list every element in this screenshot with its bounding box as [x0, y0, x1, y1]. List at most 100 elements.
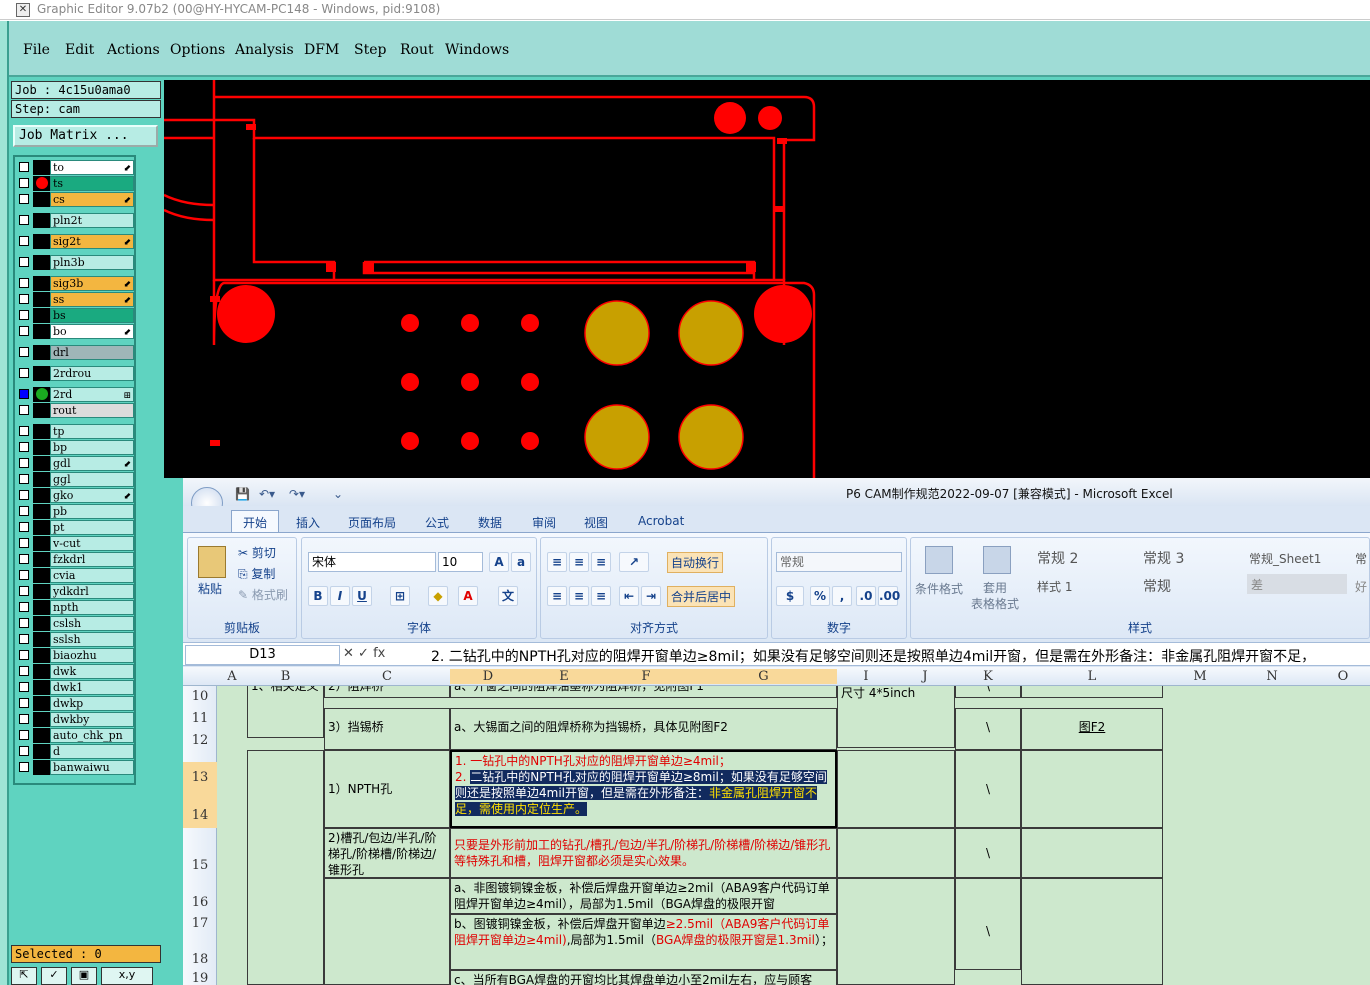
- layer-checkbox[interactable]: [19, 215, 29, 225]
- layer-row-pln3b[interactable]: pln3b: [17, 255, 134, 270]
- layer-name[interactable]: dwkby: [50, 712, 134, 727]
- col-i[interactable]: I: [837, 669, 895, 684]
- menu-options[interactable]: Options: [170, 42, 225, 58]
- layer-row-biaozhu[interactable]: biaozhu: [17, 648, 134, 663]
- row-16[interactable]: 16: [183, 895, 217, 910]
- layer-name[interactable]: 2rdrou: [50, 366, 134, 381]
- comma-icon[interactable]: ,: [832, 586, 852, 606]
- layer-row-2rd[interactable]: 2rd ⊞: [17, 387, 134, 402]
- font-size-select[interactable]: 10: [438, 552, 483, 572]
- increase-decimal-icon[interactable]: .0: [856, 586, 876, 606]
- layer-state-box[interactable]: [33, 324, 50, 339]
- col-k[interactable]: K: [955, 669, 1021, 684]
- col-g[interactable]: G: [690, 669, 837, 684]
- layer-row-cvia[interactable]: cvia: [17, 568, 134, 583]
- layer-name[interactable]: fzkdrl: [50, 552, 134, 567]
- layer-row-cs[interactable]: cs ⬋: [17, 192, 134, 207]
- layer-state-box[interactable]: [33, 488, 50, 503]
- layer-checkbox[interactable]: [19, 666, 29, 676]
- layer-state-box[interactable]: [33, 632, 50, 647]
- redo-icon[interactable]: ↷▾: [289, 487, 305, 501]
- align-left-icon[interactable]: ≡: [547, 586, 567, 606]
- grow-font-icon[interactable]: A: [489, 552, 509, 572]
- window-tool-icon[interactable]: ▣: [71, 967, 97, 985]
- menu-windows[interactable]: Windows: [445, 42, 509, 58]
- cell-l16[interactable]: [1021, 878, 1163, 985]
- tab-formulas[interactable]: 公式: [425, 514, 449, 531]
- menu-edit[interactable]: Edit: [65, 42, 94, 58]
- menu-file[interactable]: File: [23, 42, 50, 58]
- layer-checkbox[interactable]: [19, 405, 29, 415]
- layer-checkbox[interactable]: [19, 730, 29, 740]
- layer-checkbox[interactable]: [19, 570, 29, 580]
- border-icon[interactable]: ⊞: [390, 586, 410, 606]
- layer-state-box[interactable]: [33, 536, 50, 551]
- qat-customize-icon[interactable]: ⌄: [333, 487, 343, 501]
- layer-checkbox[interactable]: [19, 178, 29, 188]
- layer-state-box[interactable]: [33, 728, 50, 743]
- font-name-select[interactable]: 宋体: [308, 552, 436, 572]
- layer-state-box[interactable]: [33, 712, 50, 727]
- layer-row-gko[interactable]: gko ⬋: [17, 488, 134, 503]
- layer-checkbox[interactable]: [19, 326, 29, 336]
- underline-icon[interactable]: U: [352, 586, 372, 606]
- layer-name[interactable]: v-cut: [50, 536, 134, 551]
- layer-row-ydkdrl[interactable]: ydkdrl: [17, 584, 134, 599]
- layer-row-pt[interactable]: pt: [17, 520, 134, 535]
- layer-name[interactable]: ss ⬋: [50, 292, 134, 307]
- layer-row-ts[interactable]: ts: [17, 176, 134, 191]
- table-format-button[interactable]: 套用 表格格式: [971, 580, 1019, 612]
- layer-state-box[interactable]: [33, 504, 50, 519]
- layer-row-dwk1[interactable]: dwk1: [17, 680, 134, 695]
- layer-row-dwkby[interactable]: dwkby: [17, 712, 134, 727]
- save-icon[interactable]: 💾: [235, 487, 250, 501]
- cell-i15[interactable]: [837, 828, 955, 878]
- layer-checkbox[interactable]: [19, 162, 29, 172]
- phonetic-icon[interactable]: 文: [498, 586, 518, 606]
- menu-analysis[interactable]: Analysis: [235, 42, 294, 58]
- cell-d15[interactable]: 只要是外形前加工的钻孔/槽孔/包边/半孔/阶梯孔/阶梯槽/阶梯边/锥形孔等特殊孔…: [450, 828, 837, 878]
- col-c[interactable]: C: [324, 669, 450, 684]
- layer-checkbox[interactable]: [19, 602, 29, 612]
- tab-acrobat[interactable]: Acrobat: [638, 514, 684, 528]
- decrease-decimal-icon[interactable]: .00: [878, 586, 900, 606]
- check-tool-icon[interactable]: ✓: [41, 967, 67, 985]
- layer-row-sig3b[interactable]: sig3b ⬋: [17, 276, 134, 291]
- layer-checkbox[interactable]: [19, 682, 29, 692]
- job-matrix-button[interactable]: Job Matrix ...: [13, 125, 158, 147]
- cell-c10[interactable]: 2）阻焊桥: [324, 686, 450, 698]
- italic-icon[interactable]: I: [330, 586, 350, 606]
- tab-insert[interactable]: 插入: [296, 514, 320, 531]
- layer-state-box[interactable]: [33, 664, 50, 679]
- format-painter-button[interactable]: ✎ 格式刷: [238, 586, 288, 603]
- conditional-format-button[interactable]: 条件格式: [915, 580, 963, 597]
- row-19[interactable]: 19: [183, 971, 217, 985]
- cell-l13[interactable]: [1021, 750, 1163, 828]
- col-a[interactable]: A: [217, 669, 247, 684]
- layer-state-box[interactable]: [33, 255, 50, 270]
- layer-name[interactable]: cs ⬋: [50, 192, 134, 207]
- layer-row-v-cut[interactable]: v-cut: [17, 536, 134, 551]
- orientation-icon[interactable]: ↗: [619, 552, 649, 572]
- layer-name[interactable]: to ⬋: [50, 160, 134, 175]
- cell-i16[interactable]: [837, 878, 955, 985]
- col-f[interactable]: F: [602, 669, 690, 684]
- layer-row-bs[interactable]: bs: [17, 308, 134, 323]
- tab-review[interactable]: 审阅: [532, 514, 556, 531]
- layer-checkbox[interactable]: [19, 490, 29, 500]
- layer-name[interactable]: pb: [50, 504, 134, 519]
- row-10[interactable]: 10: [183, 689, 217, 704]
- percent-icon[interactable]: %: [810, 586, 830, 606]
- layer-state-box[interactable]: [33, 160, 50, 175]
- layer-name[interactable]: dwk: [50, 664, 134, 679]
- cell-c13[interactable]: 1）NPTH孔: [324, 750, 450, 828]
- enter-icon[interactable]: ✓: [358, 646, 369, 661]
- menu-step[interactable]: Step: [354, 42, 386, 58]
- col-m[interactable]: M: [1163, 669, 1237, 684]
- cell-k15[interactable]: \: [955, 828, 1021, 878]
- col-j[interactable]: J: [895, 669, 955, 684]
- layer-row-tp[interactable]: tp: [17, 424, 134, 439]
- layer-checkbox[interactable]: [19, 442, 29, 452]
- layer-state-box[interactable]: [33, 616, 50, 631]
- number-format-select[interactable]: 常规: [776, 552, 902, 572]
